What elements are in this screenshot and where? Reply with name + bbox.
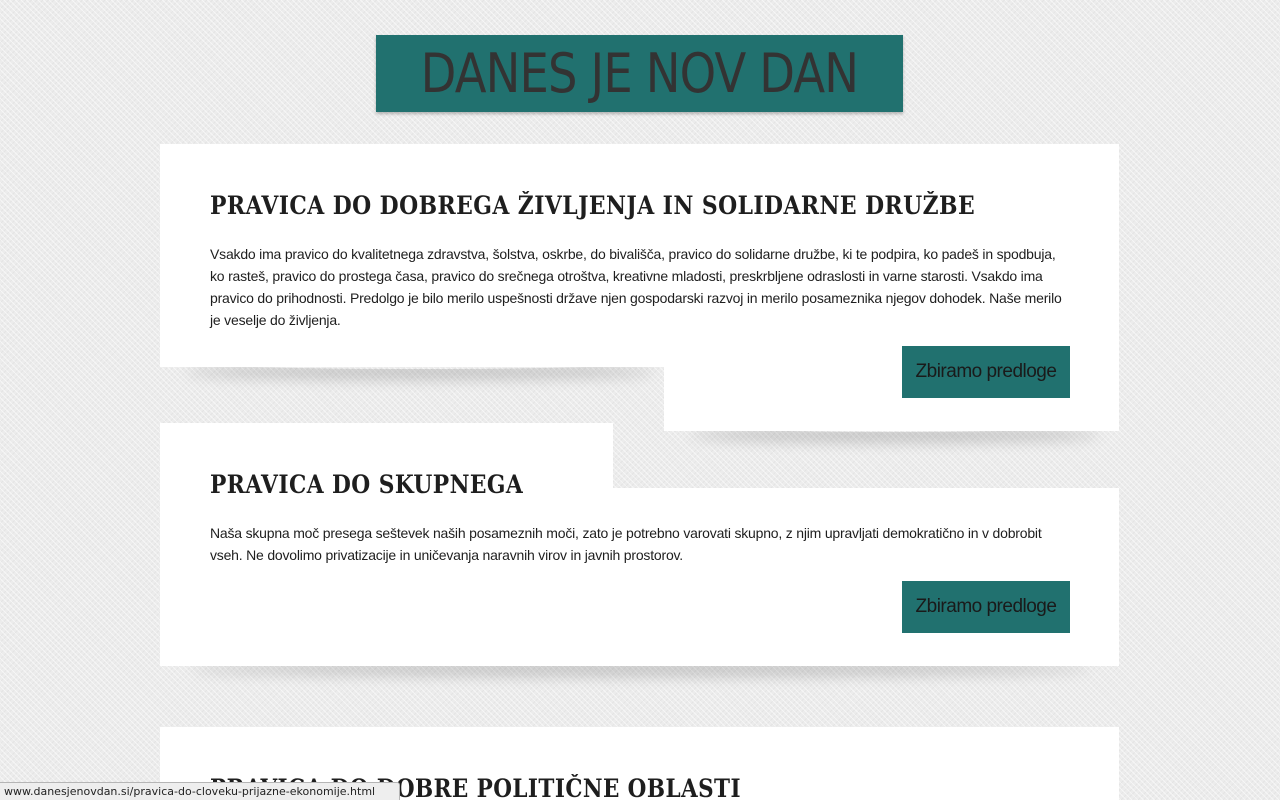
logo-text: DANES JE NOV DAN bbox=[420, 41, 859, 105]
post-body: Naša skupna moč presega seštevek naših p… bbox=[210, 525, 1042, 563]
post-card bbox=[160, 488, 1119, 666]
suggestions-button[interactable]: Zbiramo predloge bbox=[902, 346, 1070, 398]
status-bar-url: www.danesjenovdan.si/pravica-do-cloveku-… bbox=[0, 782, 401, 800]
site-logo[interactable]: DANES JE NOV DAN bbox=[376, 35, 903, 112]
post-title[interactable]: PRAVICA DO SKUPNEGA bbox=[210, 472, 523, 497]
suggestions-button[interactable]: Zbiramo predloge bbox=[902, 581, 1070, 633]
post-title[interactable]: PRAVICA DO DOBREGA ŽIVLJENJA IN SOLIDARN… bbox=[210, 193, 975, 218]
post-body: Vsakdo ima pravico do kvalitetnega zdrav… bbox=[210, 246, 1062, 328]
